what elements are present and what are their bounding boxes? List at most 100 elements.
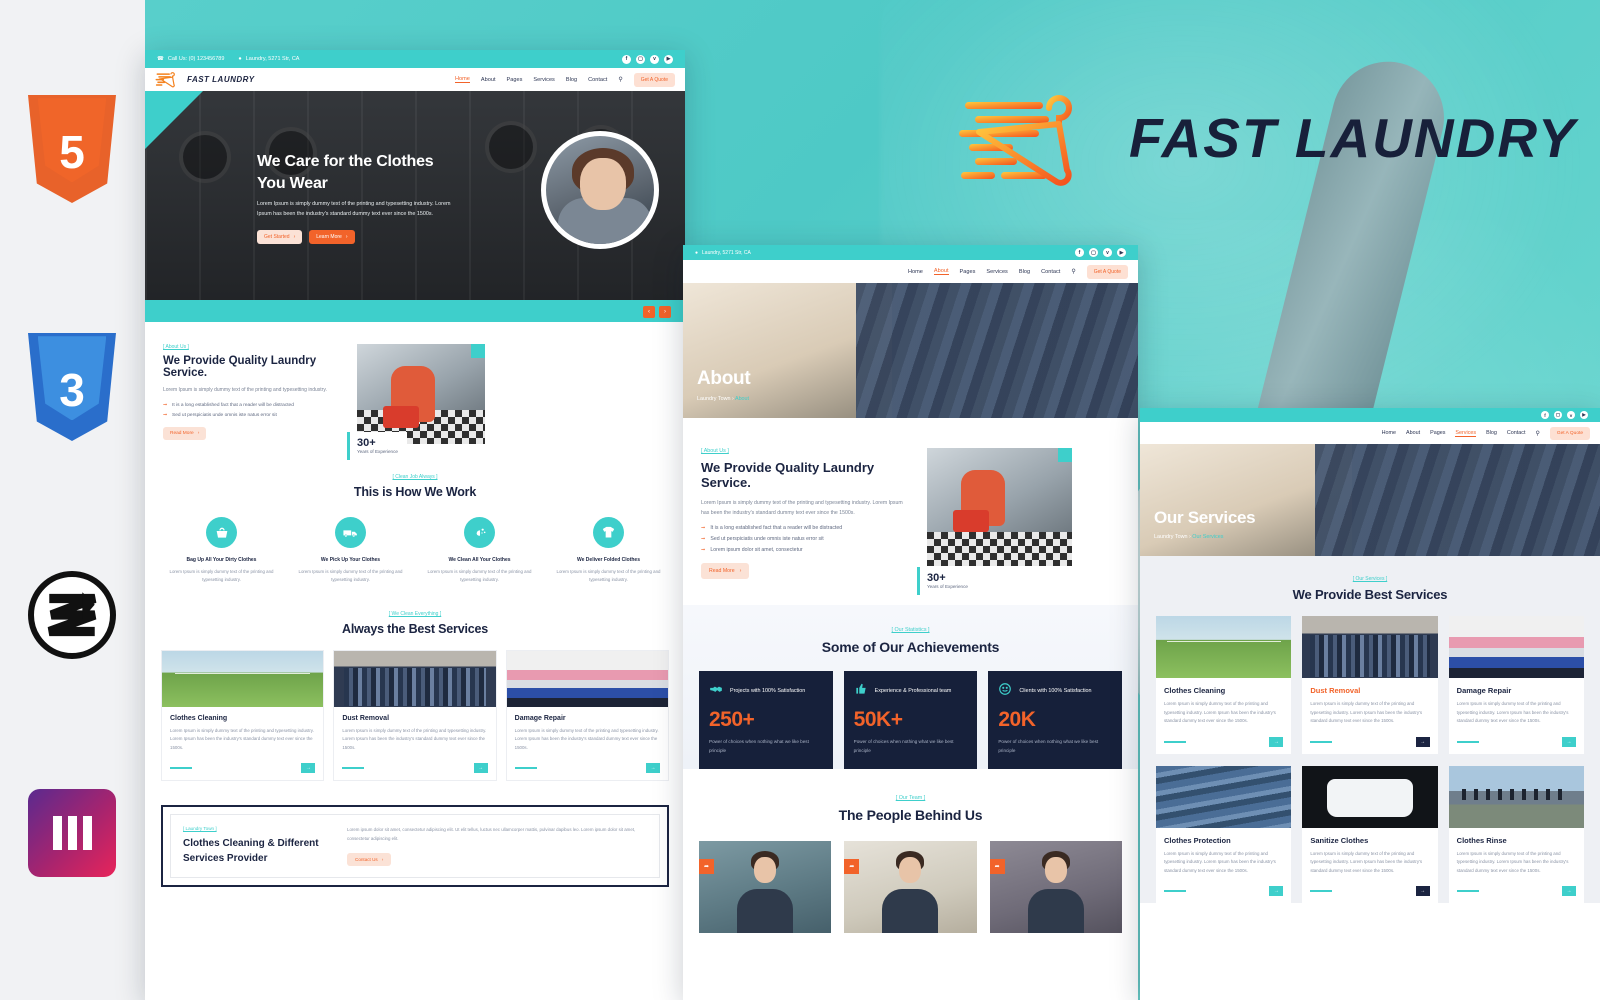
share-icon[interactable]: ➦ [989,859,1005,875]
share-icon[interactable]: ➦ [844,859,860,875]
get-a-quote-button[interactable]: Get A Quote [1549,426,1590,440]
service-card-arrow-button[interactable]: → [1269,886,1284,897]
instagram-icon[interactable]: ▢ [1554,411,1562,419]
home-cta-section: [ Laundry Town ] Clothes Cleaning & Diff… [161,805,669,888]
about-image [927,448,1072,566]
instagram-icon[interactable]: ▢ [1089,248,1098,257]
youtube-icon[interactable]: ▶ [1117,248,1126,257]
css3-badge-label: 3 [59,364,85,416]
twitter-icon[interactable]: ᴠ [1103,248,1112,257]
nav-item-blog[interactable]: Blog [1486,430,1497,436]
topbar-location: ● Laundry, 5271 Str, CA [695,250,751,256]
service-card[interactable]: Sanitize Clothes Lorem Ipsum is simply d… [1302,765,1438,904]
nav-item-blog[interactable]: Blog [566,77,577,83]
youtube-icon[interactable]: ▶ [664,54,673,64]
youtube-icon[interactable]: ▶ [1580,411,1588,419]
breadcrumb-root[interactable]: Laundry Town [697,396,730,402]
service-card[interactable]: Damage Repair Lorem Ipsum is simply dumm… [505,649,669,782]
nav-item-contact[interactable]: Contact [1507,430,1526,436]
divider [1164,740,1186,743]
twitter-icon[interactable]: ᴠ [650,54,659,64]
work-title: This is How We Work [353,485,477,499]
team-member-card[interactable]: ➦ [989,841,1122,934]
work-eyebrow: [ Clean Job Always ] [392,474,438,480]
service-card-arrow-button[interactable]: → [1415,886,1430,897]
nav-item-services[interactable]: Services [1455,430,1477,437]
nav-item-services[interactable]: Services [533,77,554,83]
instagram-icon[interactable]: ▢ [636,54,645,64]
share-icon[interactable]: ➦ [699,859,714,875]
get-a-quote-button[interactable]: Get A Quote [633,72,675,87]
stat-label: Projects with 100% Satisfaction [730,688,806,695]
stats-cards: Projects with 100% Satisfaction 250+ Pow… [699,671,1123,770]
service-card-arrow-button[interactable]: → [1269,736,1284,747]
hero-bottom-band [145,300,685,322]
nav-item-home[interactable]: Home [1382,430,1396,436]
about-read-more-button[interactable]: Read More › [701,563,750,580]
breadcrumb-separator: › [1188,534,1191,540]
service-card-arrow-button[interactable]: → [1561,886,1576,897]
services-grid: Clothes Cleaning Lorem Ipsum is simply d… [161,649,669,782]
nav-item-pages[interactable]: Pages [1430,430,1445,436]
about-bullet-text: It is a long established fact that a rea… [710,525,843,532]
facebook-icon[interactable]: f [1075,248,1084,257]
service-card[interactable]: Clothes Cleaning Lorem Ipsum is simply d… [1156,616,1292,754]
service-card[interactable]: Clothes Protection Lorem Ipsum is simply… [1156,765,1292,904]
service-card[interactable]: Dust Removal Lorem Ipsum is simply dummy… [1302,616,1438,754]
topbar-phone[interactable]: ☎ Call Us: (0) 123456789 [157,56,224,62]
nav-item-pages[interactable]: Pages [507,77,523,83]
contact-us-button[interactable]: Contact Us › [347,852,392,866]
team-member-card[interactable]: ➦ [844,841,977,934]
handshake-icon [709,682,723,701]
services-menu: Home About Pages Services Blog Contact ⚲… [1382,426,1590,440]
stat-value: 250+ [709,708,755,732]
service-card-arrow-button[interactable]: → [645,763,660,774]
service-card[interactable]: Damage Repair Lorem Ipsum is simply dumm… [1448,616,1584,754]
hero-buttons: Get Started › Learn More › [257,229,457,244]
nav-item-contact[interactable]: Contact [588,77,607,83]
breadcrumb-root[interactable]: Laundry Town [1154,534,1187,540]
service-card-text: Lorem Ipsum is simply dummy text of the … [1310,850,1423,873]
search-icon[interactable]: ⚲ [618,76,622,83]
twitter-icon[interactable]: ᴠ [1567,411,1575,419]
site-logo[interactable]: FAST LAUNDRY [155,71,255,88]
achievements-section: [ Our Statistics ] Some of Our Achieveme… [683,605,1138,770]
stat-label: Experience & Professional team [874,688,952,695]
phone-icon: ☎ [157,56,164,62]
nav-item-about[interactable]: About [481,77,496,83]
work-step-title: We Clean All Your Clothes [448,557,511,563]
service-card-arrow-button[interactable]: → [1561,736,1576,747]
nav-item-about[interactable]: About [1406,430,1420,436]
thumbs-up-icon [854,682,868,701]
about-bullets: ➞ It is a long established fact that a re… [701,525,911,553]
get-started-button[interactable]: Get Started › [257,229,303,244]
nav-item-home[interactable]: Home [454,76,470,83]
nav-item-services[interactable]: Services [986,269,1007,275]
service-card-arrow-button[interactable]: → [301,763,316,774]
nav-item-about[interactable]: About [933,268,949,275]
nav-item-pages[interactable]: Pages [960,269,976,275]
nav-item-home[interactable]: Home [908,269,923,275]
search-icon[interactable]: ⚲ [1071,268,1075,275]
learn-more-button[interactable]: Learn More › [309,229,355,244]
get-a-quote-button[interactable]: Get A Quote [1086,264,1128,279]
nav-item-blog[interactable]: Blog [1019,269,1030,275]
team-member-card[interactable]: ➦ [699,841,832,934]
facebook-icon[interactable]: f [622,54,631,64]
about-read-more-button[interactable]: Read More › [163,426,207,440]
facebook-icon[interactable]: f [1541,411,1549,419]
nav-item-contact[interactable]: Contact [1041,269,1060,275]
denim-image [855,283,1138,418]
service-card[interactable]: Clothes Cleaning Lorem Ipsum is simply d… [161,649,325,782]
slider-prev-button[interactable]: ‹ [643,306,655,318]
experience-badge: 30+ Years of Experience [347,432,407,460]
search-icon[interactable]: ⚲ [1535,430,1539,437]
map-pin-icon: ● [238,56,242,62]
service-card[interactable]: Dust Removal Lorem Ipsum is simply dummy… [333,649,497,782]
service-card-arrow-button[interactable]: → [1415,736,1430,747]
service-card-title: Damage Repair [514,714,566,722]
service-card-arrow-button[interactable]: → [473,763,488,774]
smiley-icon [998,682,1012,701]
service-card[interactable]: Clothes Rinse Lorem Ipsum is simply dumm… [1448,765,1584,904]
slider-next-button[interactable]: › [659,306,671,318]
